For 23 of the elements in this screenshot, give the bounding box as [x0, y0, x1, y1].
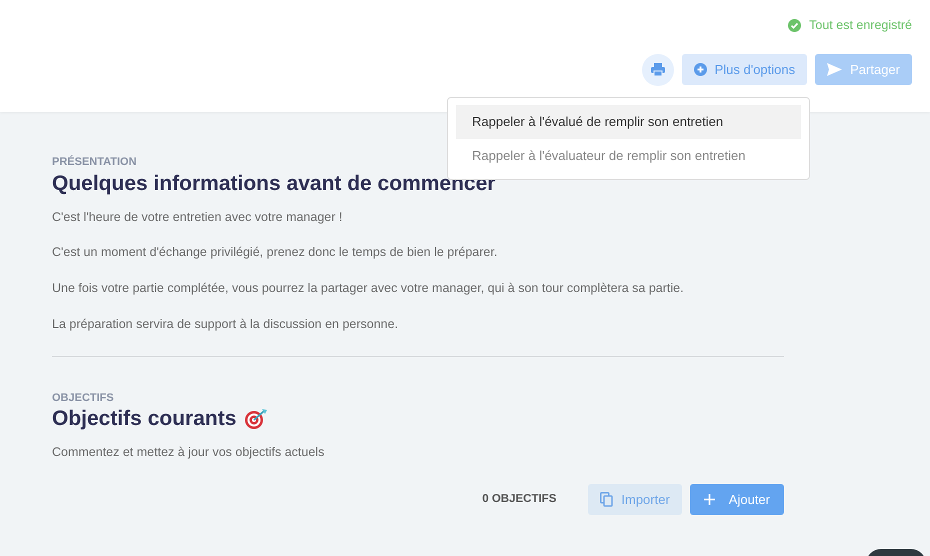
- section-title: Quelques informations avant de commencer: [52, 170, 496, 196]
- section-title: Objectifs courants: [52, 406, 236, 432]
- paragraph: Une fois votre partie complétée, vous pourrez la partager avec votre manager, qui à son tour complètera sa partie.: [52, 280, 685, 298]
- send-icon: [827, 63, 842, 76]
- plus-icon: [704, 494, 715, 506]
- paragraph: C'est un moment d'échange privilégié, prenez donc le temps de bien le préparer.: [52, 244, 498, 262]
- add-button[interactable]: Ajouter: [690, 484, 784, 516]
- section-label: PRÉSENTATION: [52, 154, 137, 170]
- plus-circle-icon: [694, 63, 707, 76]
- menu-item[interactable]: Rappeler à l'évaluateur de remplir son entretien: [456, 138, 801, 172]
- print-button[interactable]: [642, 54, 674, 86]
- paragraph: C'est l'heure de votre entretien avec votre manager !: [52, 208, 344, 226]
- section-label: OBJECTIFS: [52, 390, 114, 406]
- target-icon: [244, 408, 268, 430]
- import-button[interactable]: Importer: [588, 484, 682, 516]
- print-icon: [650, 63, 665, 76]
- objectives-count: 0 OBJECTIFS: [482, 492, 556, 507]
- paragraph: La préparation servira de support à la discussion en personne.: [52, 316, 400, 333]
- save-status: Tout est enregistré: [809, 17, 912, 34]
- more-options-button[interactable]: Plus d'options: [682, 54, 808, 86]
- menu-item[interactable]: Rappeler à l'évalué de remplir son entretien: [456, 105, 801, 138]
- copy-icon: [600, 492, 614, 508]
- paragraph: Commentez et mettez à jour vos objectifs actuels: [52, 444, 326, 462]
